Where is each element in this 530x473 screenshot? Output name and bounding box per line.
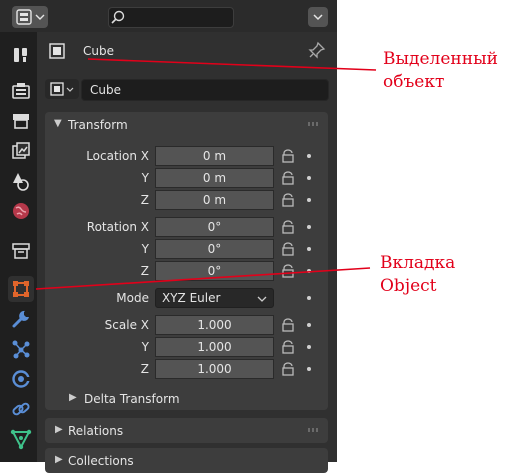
annotation-object-tab-line1: Вкладка [380,253,456,273]
annotation-line-selected-object [87,58,377,71]
annotation-object-tab: Вкладка Object [380,252,455,298]
annotation-object-tab-line2: Object [380,276,437,296]
annotation-selected-object-line2: объект [383,72,445,92]
annotation-line-object-tab [35,267,371,290]
annotation-selected-object-line1: Выделенный [383,49,498,69]
annotation-selected-object: Выделенный объект [383,48,498,94]
